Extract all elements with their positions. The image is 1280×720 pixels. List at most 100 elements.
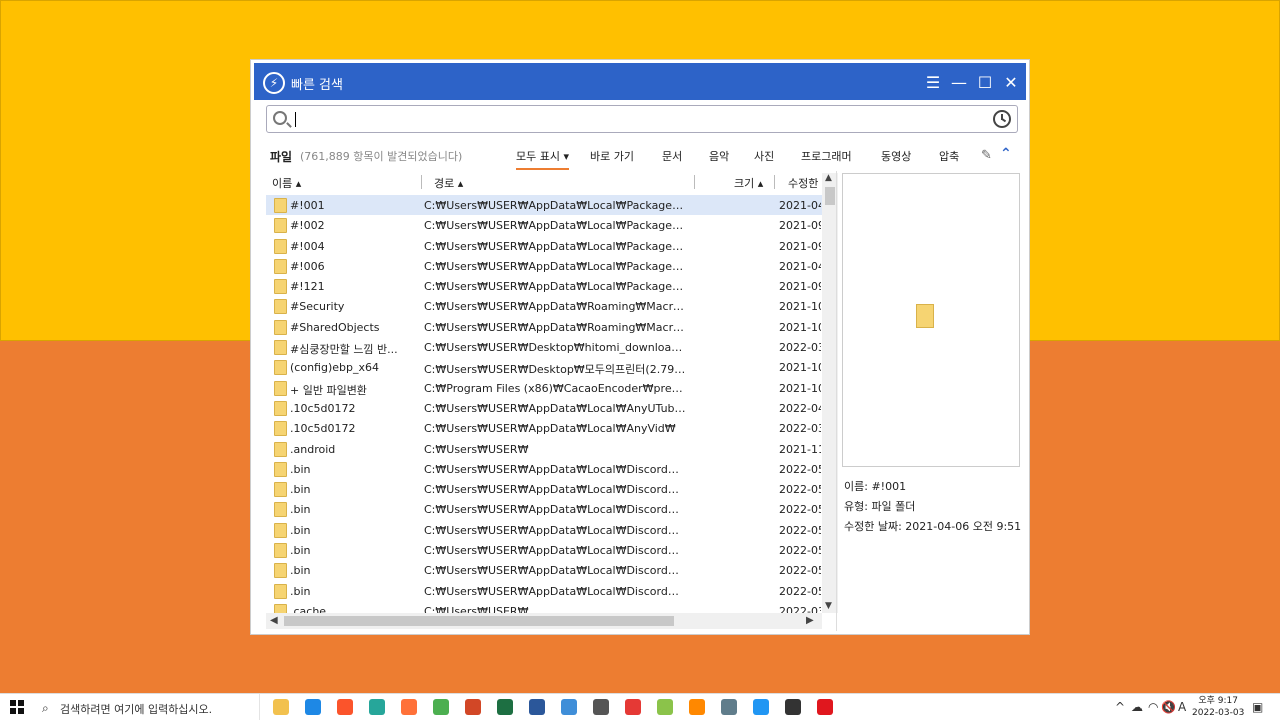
tab-programmer[interactable]: 프로그래머 (801, 148, 852, 164)
column-modified[interactable]: 수정한 (788, 175, 818, 191)
table-row[interactable]: #!006 C:₩Users₩USER₩AppData₩Local₩Package… (266, 256, 822, 276)
cell-name: .10c5d0172 (290, 422, 356, 436)
history-icon[interactable] (993, 110, 1011, 128)
excel-icon[interactable] (497, 699, 513, 715)
cell-modified: 2022-03 (779, 422, 821, 436)
pane-divider[interactable] (836, 171, 837, 631)
search-tool-icon[interactable] (593, 699, 609, 715)
tab-photos[interactable]: 사진 (754, 148, 774, 164)
network-icon[interactable]: ◠ (1148, 700, 1158, 714)
cell-modified: 2021-10 (779, 381, 821, 395)
maximize-button[interactable]: ☐ (974, 71, 996, 93)
close-button[interactable]: ✕ (1000, 71, 1022, 93)
tray-overflow-icon[interactable]: ^ (1115, 700, 1125, 714)
scroll-up-icon[interactable]: ▲ (825, 173, 832, 183)
tab-shortcuts[interactable]: 바로 가기 (590, 148, 634, 164)
cell-name: #Security (290, 300, 345, 314)
powerpoint-icon[interactable] (465, 699, 481, 715)
word-icon[interactable] (529, 699, 545, 715)
table-row[interactable]: #심쿵장만할 느낌 반... C:₩Users₩USER₩Desktop₩hito… (266, 337, 822, 357)
table-row[interactable]: .bin C:₩Users₩USER₩AppData₩Local₩Discord₩… (266, 520, 822, 540)
vlc-icon[interactable] (689, 699, 705, 715)
input-method-icon[interactable]: A (1178, 700, 1186, 714)
se-app-icon[interactable] (625, 699, 641, 715)
cell-modified: 2021-04 (779, 259, 821, 273)
tab-documents[interactable]: 문서 (662, 148, 682, 164)
table-row[interactable]: #!001 C:₩Users₩USER₩AppData₩Local₩Package… (266, 195, 822, 216)
calculator-icon[interactable] (721, 699, 737, 715)
table-row[interactable]: #!121 C:₩Users₩USER₩AppData₩Local₩Package… (266, 276, 822, 296)
menu-icon[interactable]: ☰ (922, 71, 944, 93)
scroll-thumb[interactable] (284, 616, 674, 626)
horizontal-scrollbar[interactable]: ◀ ▶ (266, 613, 822, 629)
table-row[interactable]: .bin C:₩Users₩USER₩AppData₩Local₩Discord₩… (266, 499, 822, 519)
file-explorer-icon[interactable] (273, 699, 289, 715)
table-row[interactable]: .android C:₩Users₩USER₩ 2021-11 (266, 439, 822, 459)
taskbar-search-input[interactable]: ⌕ 검색하려면 여기에 입력하십시오. (34, 694, 260, 720)
cell-modified: 2022-05 (779, 564, 821, 578)
cell-modified: 2022-05 (779, 483, 821, 497)
tab-videos[interactable]: 동영상 (881, 148, 911, 164)
table-row[interactable]: #SharedObjects C:₩Users₩USER₩AppData₩Roam… (266, 317, 822, 337)
chevron-up-icon[interactable]: ⌃ (1000, 146, 1012, 162)
column-divider[interactable] (694, 175, 695, 189)
cell-path: C:₩Users₩USER₩Desktop₩모두의프린터(2.79)... (424, 363, 686, 377)
table-row[interactable]: .bin C:₩Users₩USER₩AppData₩Local₩Discord₩… (266, 540, 822, 560)
cell-modified: 2022-04 (779, 401, 821, 415)
title-bar[interactable]: ⚡ 빠른 검색 ☰ — ☐ ✕ (254, 63, 1026, 100)
kakao-icon[interactable] (657, 699, 673, 715)
tab-archives[interactable]: 압축 (939, 148, 959, 164)
scroll-down-icon[interactable]: ▼ (825, 601, 832, 611)
table-row[interactable]: .10c5d0172 C:₩Users₩USER₩AppData₩Local₩An… (266, 418, 822, 438)
chrome-icon[interactable] (433, 699, 449, 715)
scroll-thumb[interactable] (825, 187, 835, 205)
table-row[interactable]: .bin C:₩Users₩USER₩AppData₩Local₩Discord₩… (266, 459, 822, 479)
table-row[interactable]: .bin C:₩Users₩USER₩AppData₩Local₩Discord₩… (266, 560, 822, 580)
table-row[interactable]: + 일반 파일변환 C:₩Program Files (x86)₩CacaoEnc… (266, 378, 822, 398)
table-row[interactable]: #Security C:₩Users₩USER₩AppData₩Roaming₩M… (266, 296, 822, 316)
tab-music[interactable]: 음악 (709, 148, 729, 164)
folder-icon (274, 198, 287, 213)
table-row[interactable]: .bin C:₩Users₩USER₩AppData₩Local₩Discord₩… (266, 479, 822, 499)
cell-name: .bin (290, 523, 311, 537)
notification-icon[interactable]: ▣ (1252, 700, 1263, 714)
volume-muted-icon[interactable]: 🔇 (1161, 700, 1176, 714)
column-divider[interactable] (774, 175, 775, 189)
window-title: 빠른 검색 (291, 78, 343, 93)
table-row[interactable]: .bin C:₩Users₩USER₩AppData₩Local₩Discord₩… (266, 581, 822, 601)
cell-path: C:₩Users₩USER₩AppData₩Local₩Discord₩ap..… (424, 544, 686, 558)
scroll-left-icon[interactable]: ◀ (270, 615, 278, 626)
remote-desktop-icon[interactable] (561, 699, 577, 715)
folder-icon (274, 421, 287, 437)
cell-name: #!121 (290, 280, 325, 294)
table-row[interactable]: #!004 C:₩Users₩USER₩AppData₩Local₩Package… (266, 236, 822, 256)
folder-icon (274, 238, 287, 254)
folder-icon (274, 299, 287, 315)
column-divider[interactable] (421, 175, 422, 189)
cell-modified: 2021-09 (779, 219, 821, 233)
table-row[interactable]: #!002 C:₩Users₩USER₩AppData₩Local₩Package… (266, 215, 822, 235)
search-input[interactable] (266, 105, 1018, 133)
app-green-icon[interactable] (369, 699, 385, 715)
windows-start-icon[interactable] (10, 700, 24, 714)
column-size[interactable]: 크기 ▴ (734, 175, 763, 191)
onedrive-icon[interactable]: ☁ (1131, 700, 1143, 714)
edit-icon[interactable]: ✎ (981, 148, 992, 163)
column-path[interactable]: 경로 ▴ (434, 175, 463, 191)
notes-icon[interactable] (785, 699, 801, 715)
minimize-button[interactable]: — (948, 71, 970, 93)
cell-path: C:₩Users₩USER₩AppData₩Local₩AnyUTube₩ (424, 401, 686, 415)
table-row[interactable]: (config)ebp_x64 C:₩Users₩USER₩Desktop₩모두의… (266, 357, 822, 377)
brave-icon[interactable] (337, 699, 353, 715)
clock[interactable]: 오후 9:17 2022-03-03 (1192, 695, 1244, 719)
scroll-right-icon[interactable]: ▶ (806, 615, 814, 626)
column-name[interactable]: 이름 ▴ (272, 175, 301, 191)
table-row[interactable]: .10c5d0172 C:₩Users₩USER₩AppData₩Local₩An… (266, 398, 822, 418)
tab-show-all[interactable]: 모두 표시 ▾ (516, 148, 569, 170)
browser-blue-icon[interactable] (753, 699, 769, 715)
cell-name: #SharedObjects (290, 320, 380, 334)
cell-path: C:₩Program Files (x86)₩CacaoEncoder₩pres… (424, 381, 686, 395)
opera-icon[interactable] (817, 699, 833, 715)
firefox-icon[interactable] (401, 699, 417, 715)
edge-icon[interactable] (305, 699, 321, 715)
